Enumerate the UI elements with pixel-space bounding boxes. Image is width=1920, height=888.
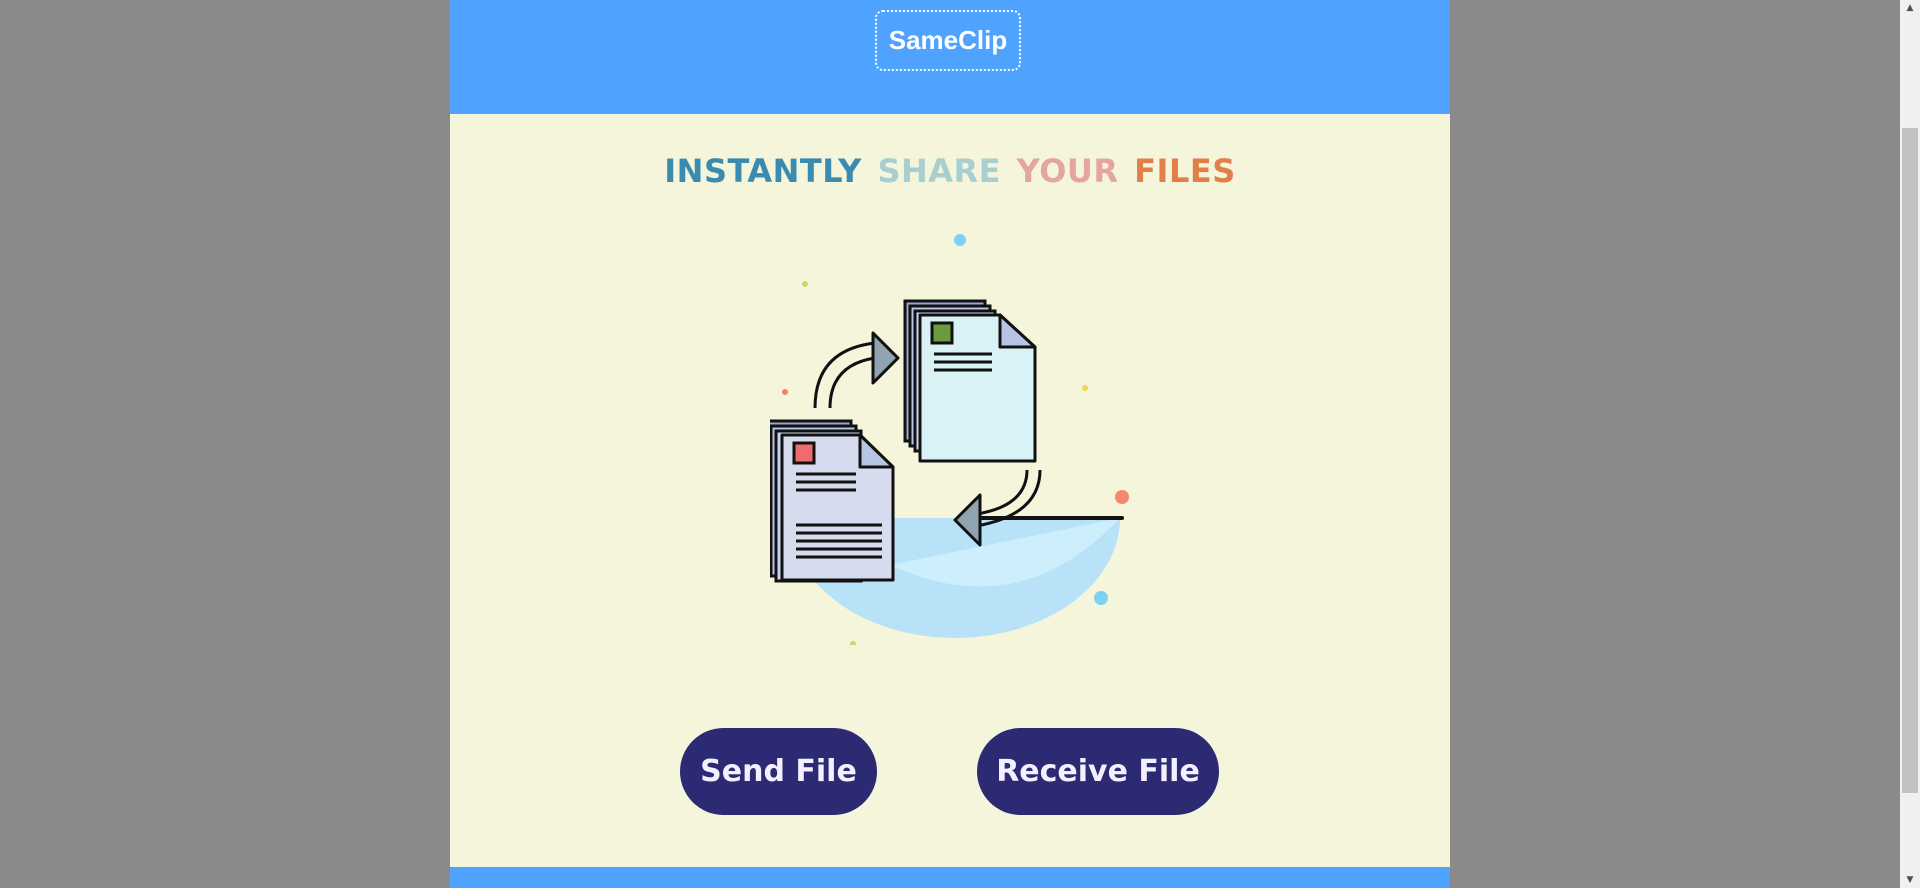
scroll-down-icon[interactable]: ▼ bbox=[1900, 872, 1920, 888]
brand-logo[interactable]: SameClip bbox=[875, 10, 1021, 71]
decor-dot bbox=[1094, 591, 1108, 605]
headline: INSTANTLY SHARE YOUR FILES bbox=[450, 152, 1450, 190]
vertical-scrollbar[interactable]: ▲ ▼ bbox=[1900, 0, 1920, 888]
arrow-head-right-icon bbox=[871, 331, 900, 385]
send-file-button[interactable]: Send File bbox=[680, 728, 877, 815]
decor-dot bbox=[802, 281, 808, 287]
scroll-up-icon[interactable]: ▲ bbox=[1900, 0, 1920, 16]
file-transfer-illustration bbox=[764, 225, 1150, 647]
decor-dot bbox=[850, 641, 856, 647]
app-page: SameClip INSTANTLY SHARE YOUR FILES Send… bbox=[450, 0, 1450, 888]
decor-dot bbox=[782, 389, 788, 395]
arrow-curve-up-outer bbox=[813, 341, 876, 409]
arrow-curve-up-inner bbox=[828, 356, 876, 409]
header: SameClip bbox=[450, 0, 1450, 114]
headline-word-files: FILES bbox=[1134, 152, 1236, 190]
doc-right-image-icon bbox=[930, 321, 954, 345]
receive-file-button[interactable]: Receive File bbox=[977, 728, 1219, 815]
decor-dot bbox=[1115, 490, 1129, 504]
headline-word-instantly: INSTANTLY bbox=[664, 152, 862, 190]
headline-word-your: YOUR bbox=[1016, 152, 1119, 190]
file-transfer-graphic bbox=[764, 234, 1129, 647]
decor-dot bbox=[1082, 385, 1088, 391]
footer-bar bbox=[450, 867, 1450, 888]
doc-right-fold bbox=[998, 313, 1037, 349]
headline-word-share: SHARE bbox=[877, 152, 1002, 190]
doc-left-image-icon bbox=[792, 441, 816, 465]
scrollbar-thumb[interactable] bbox=[1902, 128, 1918, 793]
doc-left-fold bbox=[858, 433, 895, 469]
decor-dot bbox=[954, 234, 966, 246]
